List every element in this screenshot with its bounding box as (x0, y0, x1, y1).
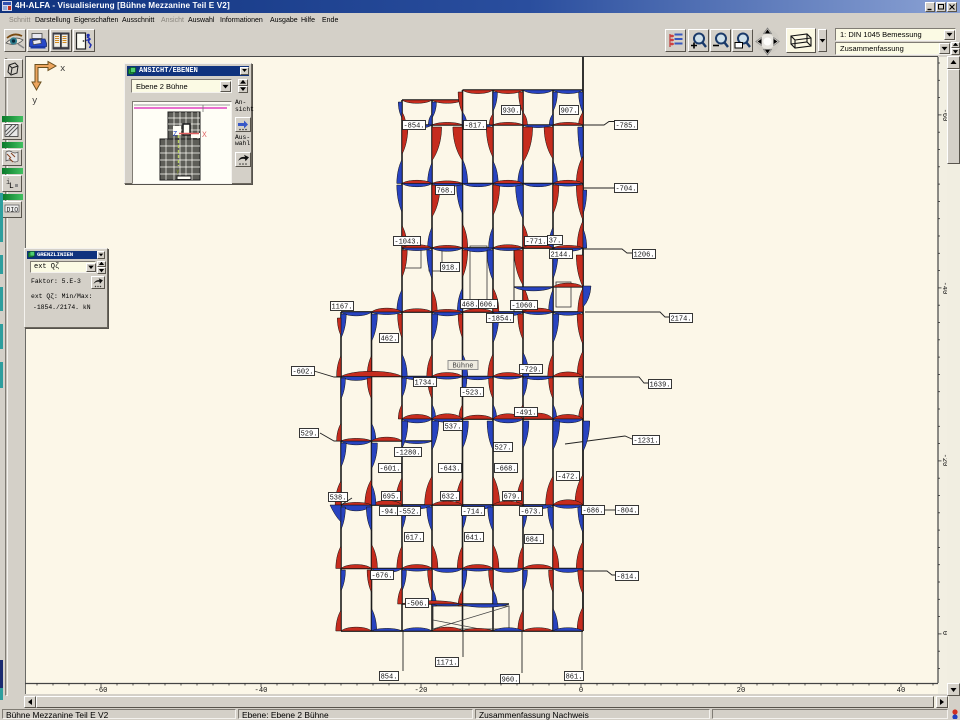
svg-text:527.: 527. (495, 445, 512, 453)
svg-text:1206.: 1206. (633, 252, 654, 260)
svg-text:854.: 854. (381, 674, 398, 682)
svg-text:Bühne: Bühne (452, 363, 473, 371)
svg-text:-523.: -523. (461, 390, 482, 398)
svg-text:Z: Z (173, 131, 177, 139)
svg-text:-668.: -668. (495, 466, 516, 474)
svg-text:1639.: 1639. (649, 382, 670, 390)
svg-text:930.: 930. (503, 108, 520, 116)
svg-text:0: 0 (579, 687, 583, 695)
svg-text:X: X (202, 131, 207, 140)
svg-text:-785.: -785. (615, 123, 636, 131)
svg-text:1167.: 1167. (331, 304, 352, 312)
svg-text:x: x (60, 64, 65, 74)
svg-text:768.: 768. (437, 188, 454, 196)
svg-text:-676.: -676. (371, 573, 392, 581)
svg-text:-40: -40 (255, 687, 268, 695)
svg-text:-1854.: -1854. (487, 316, 512, 324)
svg-text:695.: 695. (383, 494, 400, 502)
svg-text:-601.: -601. (379, 466, 400, 474)
svg-text:-817.: -817. (464, 123, 485, 131)
svg-text:-1231.: -1231. (633, 438, 658, 446)
svg-text:-506.: -506. (406, 601, 427, 609)
svg-text:-854.: -854. (403, 123, 424, 131)
svg-text:-602.: -602. (292, 369, 313, 377)
svg-text:468.: 468. (462, 302, 479, 310)
svg-text:-472.: -472. (557, 474, 578, 482)
svg-text:-1043.: -1043. (394, 239, 419, 247)
svg-text:-686.: -686. (582, 508, 603, 516)
svg-text:-804.: -804. (616, 508, 637, 516)
svg-text:861.: 861. (566, 674, 583, 682)
svg-text:641.: 641. (466, 535, 483, 543)
svg-text:20: 20 (737, 687, 746, 695)
svg-text:2174.: 2174. (670, 316, 691, 324)
svg-text:684.: 684. (526, 537, 543, 545)
svg-text:1734.: 1734. (414, 380, 435, 388)
svg-text:L: L (9, 182, 14, 190)
svg-text:-60: -60 (95, 687, 108, 695)
svg-text:40: 40 (897, 687, 906, 695)
svg-text:537.: 537. (445, 424, 462, 432)
svg-text:960.: 960. (502, 677, 519, 685)
svg-text:606.: 606. (480, 302, 497, 310)
svg-text:538.: 538. (330, 495, 347, 503)
svg-text:918.: 918. (442, 265, 459, 273)
svg-text:617.: 617. (406, 535, 423, 543)
svg-text:-814.: -814. (616, 574, 637, 582)
svg-text:-673.: -673. (520, 509, 541, 517)
svg-text:-1060.: -1060. (511, 303, 536, 311)
svg-text:1171.: 1171. (436, 660, 457, 668)
svg-text:DIO: DIO (6, 207, 18, 214)
svg-text:-729.: -729. (520, 367, 541, 375)
svg-text:679.: 679. (504, 494, 521, 502)
svg-text:2144.: 2144. (550, 252, 571, 260)
svg-text:y: y (32, 96, 38, 106)
svg-text:37.: 37. (549, 238, 562, 246)
svg-text:-643.: -643. (439, 466, 460, 474)
svg-text:-552.: -552. (398, 509, 419, 517)
svg-text:907.: 907. (561, 108, 578, 116)
svg-text:-1280.: -1280. (395, 450, 420, 458)
svg-text:-94.: -94. (381, 509, 398, 517)
svg-text:-491.: -491. (515, 410, 536, 418)
svg-text:-714.: -714. (462, 509, 483, 517)
svg-text:632.: 632. (442, 494, 459, 502)
svg-text:-771.: -771. (525, 239, 546, 247)
svg-text:Y: Y (176, 169, 180, 176)
svg-text:529.: 529. (301, 431, 318, 439)
svg-text:462.: 462. (381, 336, 398, 344)
svg-text:-704.: -704. (615, 186, 636, 194)
svg-text:-20: -20 (415, 687, 428, 695)
